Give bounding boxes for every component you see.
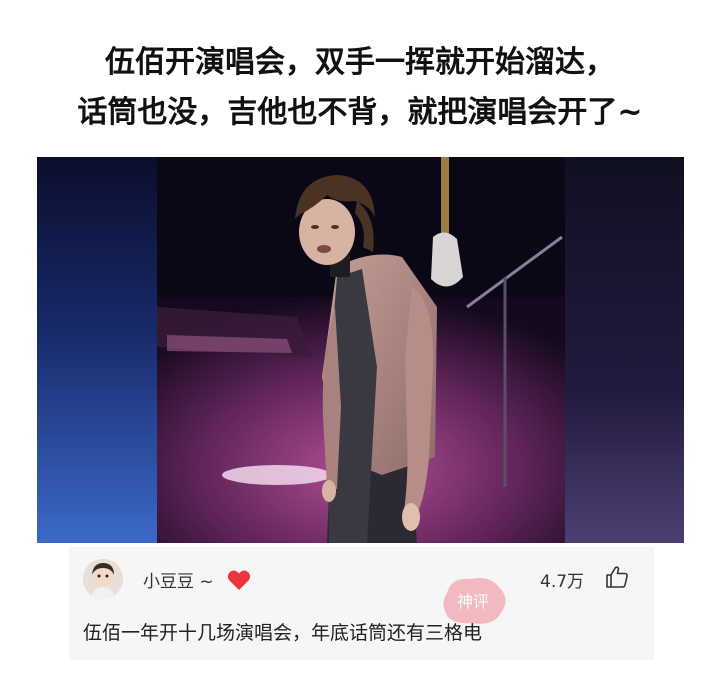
headline-line-1: 伍佰开演唱会，双手一挥就开始溜达， xyxy=(105,45,615,80)
avatar[interactable] xyxy=(83,559,123,599)
avatar-image xyxy=(83,559,123,599)
top-comment-card: 小豆豆 ~ 神评 4.7万 伍佰一年开十几场演唱会，年底话筒还有三格电 xyxy=(69,547,654,660)
comment-text: 伍佰一年开十几场演唱会，年底话筒还有三格电 xyxy=(83,622,483,644)
headline-line-2: 话筒也没，吉他也不背，就把演唱会开了~ xyxy=(77,95,643,130)
thumbs-up-icon[interactable] xyxy=(604,564,630,590)
comment-username[interactable]: 小豆豆 ~ xyxy=(143,567,214,592)
likes-count: 4.7万 xyxy=(540,572,585,592)
stamp-text: 神评 xyxy=(457,592,489,611)
concert-performer-image xyxy=(37,157,684,543)
post-headline: 伍佰开演唱会，双手一挥就开始溜达， 话筒也没，吉他也不背，就把演唱会开了~ xyxy=(0,38,720,138)
heart-icon xyxy=(227,570,251,590)
concert-video-frame[interactable] xyxy=(37,157,684,543)
